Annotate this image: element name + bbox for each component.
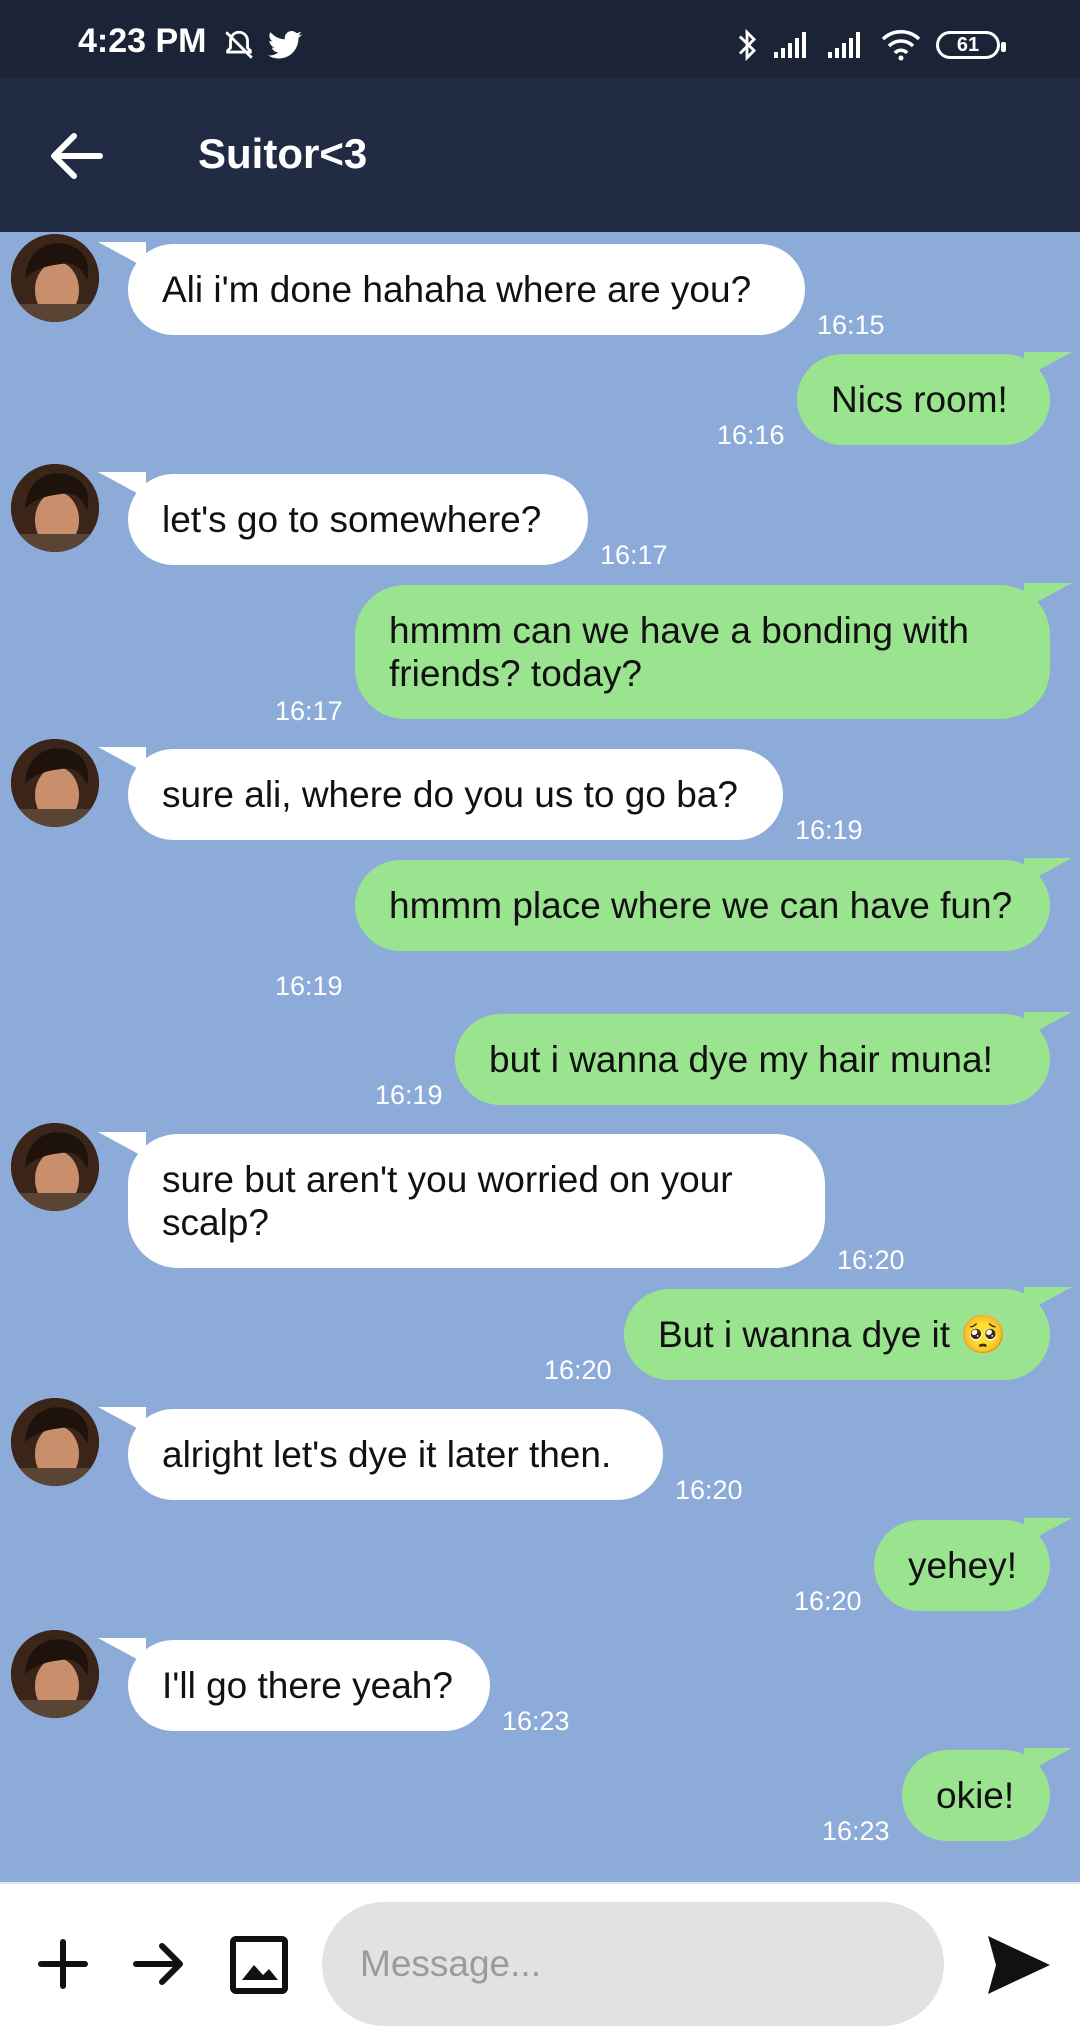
avatar[interactable] — [11, 1398, 99, 1486]
outgoing-message[interactable]: okie! — [902, 1748, 1072, 1841]
incoming-message[interactable]: sure but aren't you worried on your scal… — [98, 1132, 825, 1268]
back-button[interactable] — [44, 126, 108, 186]
status-system-icons: 61 — [736, 28, 1006, 62]
avatar[interactable] — [11, 1123, 99, 1211]
signal-icon — [828, 32, 860, 58]
back-arrow-icon — [51, 133, 103, 179]
message-text: hmmm place where we can have fun? — [389, 885, 1013, 926]
send-icon — [988, 1936, 1050, 1994]
incoming-message[interactable]: let's go to somewhere? — [98, 472, 588, 565]
message-text: hmmm can we have a bonding with friends?… — [389, 610, 969, 694]
outgoing-message[interactable]: hmmm place where we can have fun? — [355, 858, 1072, 951]
image-icon — [230, 1936, 288, 1994]
message-time: 16:20 — [544, 1355, 612, 1385]
message-list[interactable]: Ali i'm done hahaha where are you? 16:15… — [0, 232, 1080, 1882]
outgoing-message[interactable]: Nics room! — [797, 352, 1072, 445]
outgoing-message[interactable]: yehey! — [874, 1518, 1072, 1611]
message-composer — [0, 1882, 1080, 2043]
status-bar: 4:23 PM 61 — [0, 0, 1080, 78]
twitter-icon — [268, 31, 303, 59]
message-time: 16:17 — [600, 540, 668, 570]
message-time: 16:19 — [275, 971, 343, 1001]
message-text: Nics room! — [831, 379, 1008, 420]
message-time: 16:15 — [817, 310, 885, 340]
message-text: I'll go there yeah? — [162, 1665, 453, 1706]
outgoing-message[interactable]: hmmm can we have a bonding with friends?… — [355, 583, 1072, 719]
message-time: 16:23 — [822, 1816, 890, 1846]
outgoing-message[interactable]: but i wanna dye my hair muna! — [455, 1012, 1072, 1105]
message-time: 16:19 — [795, 815, 863, 845]
send-button[interactable] — [984, 1930, 1054, 2000]
message-text: let's go to somewhere? — [162, 499, 542, 540]
app-bar: Suitor<3 — [0, 78, 1080, 232]
incoming-message[interactable]: sure ali, where do you us to go ba? — [98, 747, 783, 840]
message-time: 16:23 — [502, 1706, 570, 1736]
message-text: yehey! — [908, 1545, 1018, 1586]
avatar[interactable] — [11, 234, 99, 322]
message-time: 16:19 — [375, 1080, 443, 1110]
incoming-message[interactable]: Ali i'm done hahaha where are you? — [98, 242, 805, 335]
status-time: 4:23 PM — [78, 22, 207, 60]
incoming-message[interactable]: I'll go there yeah? — [98, 1638, 490, 1731]
message-time: 16:20 — [675, 1475, 743, 1505]
message-time: 16:17 — [275, 696, 343, 726]
message-time: 16:20 — [794, 1586, 862, 1616]
wifi-icon — [881, 30, 921, 61]
avatar[interactable] — [11, 739, 99, 827]
chat-title: Suitor<3 — [198, 130, 368, 177]
message-text: okie! — [936, 1775, 1015, 1816]
bluetooth-icon — [738, 28, 757, 62]
message-input[interactable] — [322, 1902, 944, 2026]
gallery-button[interactable] — [230, 1936, 288, 1994]
add-attachment-button[interactable] — [35, 1936, 91, 1992]
status-notifications — [222, 28, 303, 62]
battery-indicator: 61 — [936, 31, 1006, 59]
plus-icon — [38, 1939, 88, 1989]
avatar[interactable] — [11, 464, 99, 552]
forward-button[interactable] — [132, 1936, 188, 1992]
message-time: 16:16 — [717, 420, 785, 450]
forward-arrow-icon — [133, 1943, 183, 1985]
incoming-message[interactable]: alright let's dye it later then. — [98, 1407, 663, 1500]
mute-icon — [225, 30, 253, 59]
message-time: 16:20 — [837, 1245, 905, 1275]
avatar[interactable] — [11, 1630, 99, 1718]
message-text: but i wanna dye my hair muna! — [489, 1039, 993, 1080]
message-text: Ali i'm done hahaha where are you? — [162, 269, 752, 310]
message-text: But i wanna dye it 🥺 — [658, 1314, 1007, 1355]
outgoing-message[interactable]: But i wanna dye it 🥺 — [624, 1287, 1072, 1380]
message-text: sure but aren't you worried on your scal… — [162, 1159, 733, 1243]
signal-icon — [774, 32, 806, 58]
message-text: alright let's dye it later then. — [162, 1434, 612, 1475]
message-text: sure ali, where do you us to go ba? — [162, 774, 738, 815]
